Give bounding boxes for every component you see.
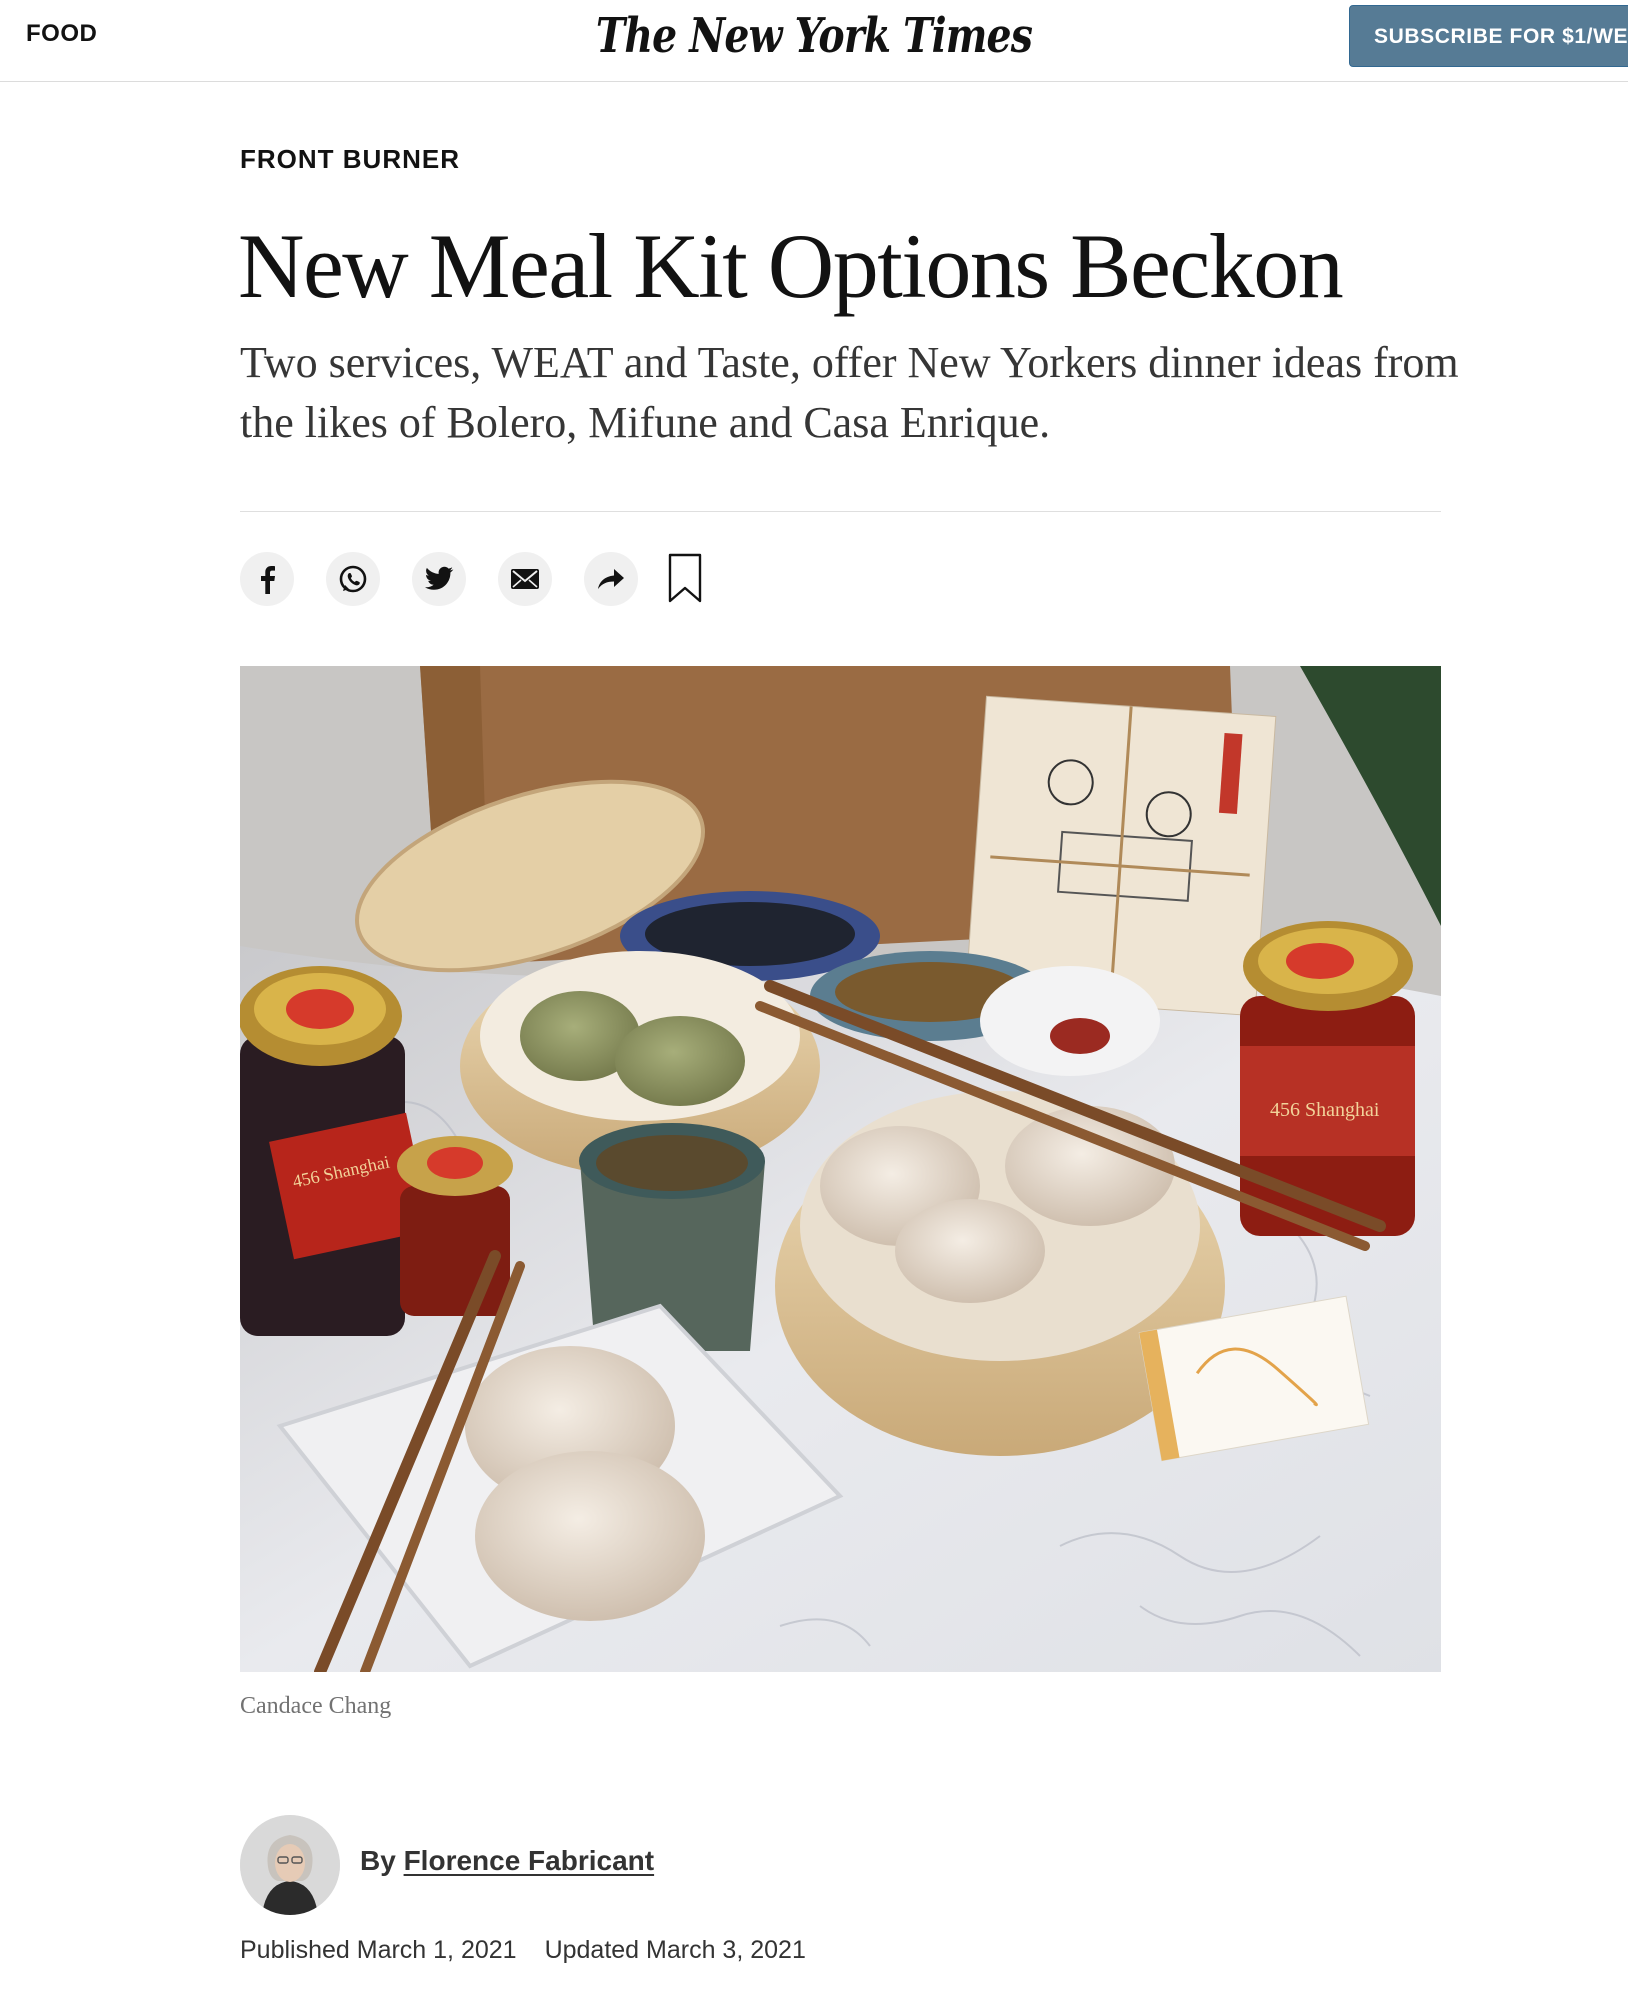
article-dates: Published March 1, 2021 Updated March 3, …	[240, 1936, 806, 1965]
top-bar: FOOD The New York Times SUBSCRIBE FOR $1…	[0, 0, 1628, 82]
email-share-button[interactable]	[498, 552, 552, 606]
author-avatar[interactable]	[240, 1815, 340, 1915]
share-arrow-icon	[598, 569, 624, 589]
headline: New Meal Kit Options Beckon	[238, 215, 1344, 317]
masthead-text: The New York Times	[595, 8, 1033, 64]
email-icon	[511, 569, 539, 589]
more-share-button[interactable]	[584, 552, 638, 606]
whatsapp-share-button[interactable]	[326, 552, 380, 606]
published-date: Published March 1, 2021	[240, 1936, 517, 1964]
whatsapp-icon	[339, 565, 367, 593]
jar-label-right: 456 Shanghai	[1270, 1099, 1380, 1121]
facebook-icon	[261, 566, 275, 594]
updated-date: Updated March 3, 2021	[544, 1936, 806, 1964]
byline: By Florence Fabricant	[360, 1845, 654, 1877]
bookmark-icon[interactable]	[668, 553, 702, 603]
kicker-label[interactable]: FRONT BURNER	[240, 144, 460, 175]
twitter-icon	[425, 566, 454, 590]
photo-credit: Candace Chang	[240, 1693, 392, 1719]
article-summary: Two services, WEAT and Taste, offer New …	[240, 338, 1459, 447]
author-link[interactable]: Florence Fabricant	[404, 1845, 655, 1876]
lead-photo: 456 Shanghai 456 Shanghai	[240, 666, 1441, 1672]
facebook-share-button[interactable]	[240, 552, 294, 606]
byline-prefix: By	[360, 1845, 396, 1876]
subscribe-button[interactable]: SUBSCRIBE FOR $1/WE	[1349, 5, 1628, 67]
divider	[240, 511, 1441, 512]
twitter-share-button[interactable]	[412, 552, 466, 606]
